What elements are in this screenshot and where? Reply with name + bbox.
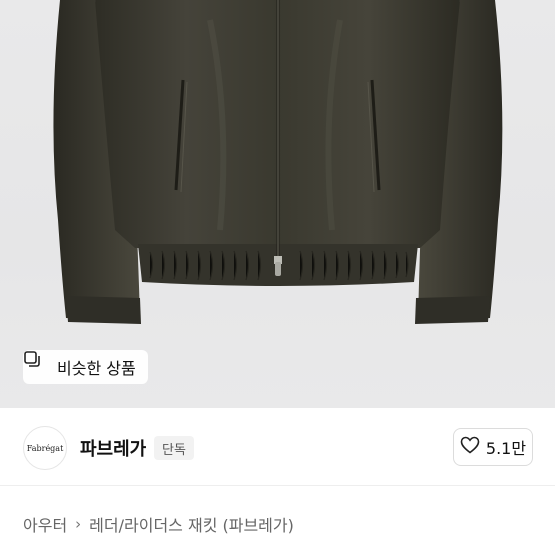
breadcrumb-item-outer[interactable]: 아우터 bbox=[23, 512, 67, 536]
product-title-partial bbox=[23, 548, 373, 558]
similar-products-button[interactable]: 비슷한 상품 bbox=[23, 350, 148, 384]
leather-jacket-illustration bbox=[53, 0, 503, 324]
chevron-right-icon: › bbox=[75, 515, 82, 533]
heart-outline-icon bbox=[460, 436, 480, 458]
similar-products-label: 비슷한 상품 bbox=[57, 359, 136, 378]
shop-logo[interactable]: Fabrégat bbox=[23, 426, 67, 470]
breadcrumb-item-leather-jacket[interactable]: 레더/라이더스 재킷 (파브레가) bbox=[89, 512, 294, 536]
shop-info-row: Fabrégat 파브레가 단독 5.1만 bbox=[0, 408, 555, 486]
product-image[interactable]: 비슷한 상품 bbox=[0, 0, 555, 408]
like-count: 5.1만 bbox=[485, 439, 527, 458]
exclusive-badge: 단독 bbox=[154, 436, 194, 460]
shop-logo-text: Fabrégat bbox=[26, 443, 64, 453]
breadcrumb: 아우터 › 레더/라이더스 재킷 (파브레가) bbox=[23, 512, 294, 536]
like-button[interactable]: 5.1만 bbox=[453, 428, 533, 466]
stacked-squares-icon bbox=[24, 351, 51, 376]
shop-name[interactable]: 파브레가 bbox=[80, 435, 146, 461]
